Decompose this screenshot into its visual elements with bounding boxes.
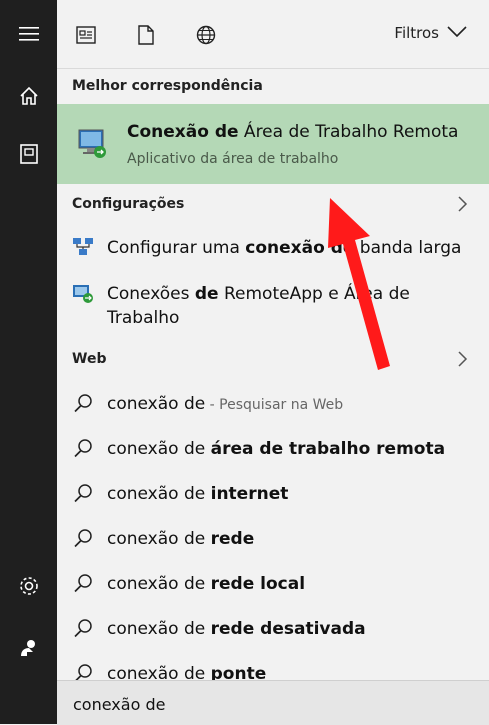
search-results-panel: Filtros Melhor correspondência Conexão d… <box>57 0 489 725</box>
search-icon <box>73 438 95 460</box>
web-suggestion-label: conexão de - Pesquisar na Web <box>107 394 344 414</box>
best-match-subtitle: Aplicativo da área de trabalho <box>127 151 339 167</box>
settings-item-label: Conexões de RemoteApp e Área de Trabalho <box>107 284 410 328</box>
best-match-header: Melhor correspondência <box>72 78 263 94</box>
remoteapp-settings-icon <box>72 283 94 305</box>
search-icon <box>73 528 95 550</box>
settings-item-broadband[interactable]: Configurar uma conexão de banda larga <box>57 234 489 264</box>
search-box[interactable] <box>57 680 489 725</box>
settings-item-remoteapp[interactable]: Conexões de RemoteApp e Área de Trabalho <box>57 280 489 332</box>
search-icon <box>73 663 95 680</box>
settings-item-label: Configurar uma conexão de banda larga <box>107 238 462 258</box>
web-suggestion-label: conexão de rede local <box>107 574 306 594</box>
chevron-right-icon[interactable] <box>457 350 469 368</box>
settings-section-header[interactable]: Configurações <box>72 196 184 212</box>
web-suggestion[interactable]: conexão de rede <box>57 525 489 555</box>
web-suggestion[interactable]: conexão de internet <box>57 480 489 510</box>
notebook-icon[interactable] <box>0 134 57 174</box>
search-icon <box>73 618 95 640</box>
gear-icon[interactable] <box>0 566 57 606</box>
web-suggestion[interactable]: conexão de rede local <box>57 570 489 600</box>
web-suggestion[interactable]: conexão de - Pesquisar na Web <box>57 390 489 420</box>
search-filter-bar: Filtros <box>57 0 489 69</box>
search-icon <box>73 483 95 505</box>
web-suggestion-label: conexão de internet <box>107 484 289 504</box>
documents-filter-icon[interactable] <box>131 20 161 50</box>
hamburger-icon[interactable] <box>0 14 57 54</box>
apps-filter-icon[interactable] <box>71 20 101 50</box>
network-settings-icon <box>72 236 94 258</box>
web-filter-icon[interactable] <box>191 20 221 50</box>
filters-label: Filtros <box>394 24 439 42</box>
start-left-rail <box>0 0 57 724</box>
search-icon <box>73 573 95 595</box>
search-input[interactable] <box>71 689 475 719</box>
feedback-icon[interactable] <box>0 628 57 668</box>
web-suggestion[interactable]: conexão de área de trabalho remota <box>57 435 489 465</box>
web-suggestion[interactable]: conexão de rede desativada <box>57 615 489 645</box>
filters-dropdown[interactable]: Filtros <box>394 24 467 42</box>
web-suggestion-label: conexão de rede desativada <box>107 619 366 639</box>
search-icon <box>73 393 95 415</box>
web-section-header[interactable]: Web <box>72 351 106 367</box>
home-icon[interactable] <box>0 76 57 116</box>
chevron-right-icon[interactable] <box>457 195 469 213</box>
best-match-item[interactable]: Conexão de Área de Trabalho Remota Aplic… <box>57 104 489 184</box>
web-suggestion[interactable]: conexão de ponte <box>57 660 489 680</box>
web-suggestion-label: conexão de rede <box>107 529 255 549</box>
web-suggestion-label: conexão de área de trabalho remota <box>107 439 446 459</box>
remote-desktop-icon <box>75 126 109 160</box>
web-suggestion-label: conexão de ponte <box>107 664 267 680</box>
chevron-down-icon <box>447 24 467 42</box>
best-match-title: Conexão de Área de Trabalho Remota <box>127 122 459 142</box>
